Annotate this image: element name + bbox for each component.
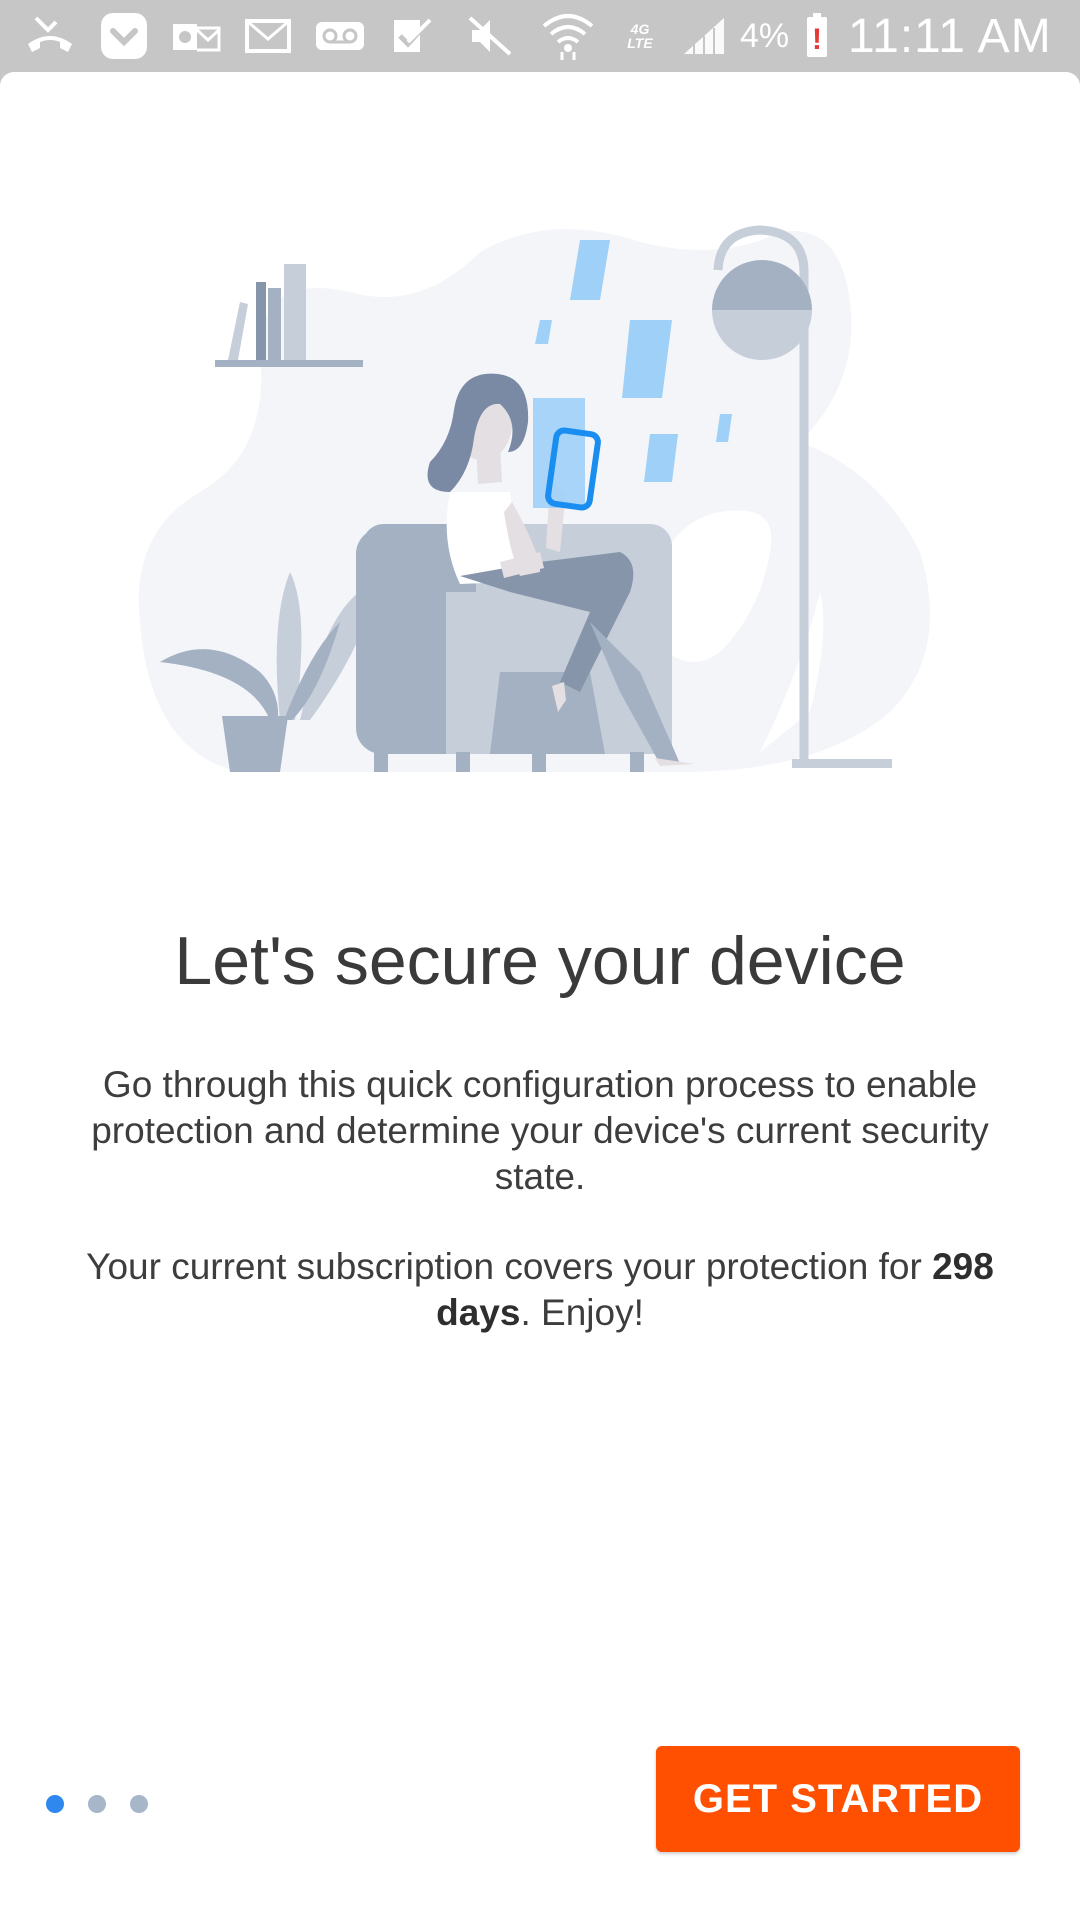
pocket-icon — [94, 0, 154, 72]
page-dot-2[interactable] — [88, 1795, 106, 1813]
onboarding-title: Let's secure your device — [174, 923, 906, 999]
subscription-prefix: Your current subscription covers your pr… — [86, 1246, 933, 1287]
status-bar: 4G LTE 4% ! 11:11 AM — [0, 0, 1080, 72]
battery-percent: 4% — [740, 16, 790, 55]
onboarding-card: Let's secure your device Go through this… — [0, 72, 1080, 1920]
4g-lte-icon: 4G LTE — [610, 0, 670, 72]
wifi-icon — [538, 0, 598, 72]
onboarding-description: Go through this quick configuration proc… — [91, 1064, 989, 1197]
subscription-suffix: . Enjoy! — [520, 1292, 644, 1333]
network-label: 4G LTE — [627, 21, 653, 51]
subscription-info: Your current subscription covers your pr… — [40, 1244, 1040, 1336]
signal-icon — [674, 0, 734, 72]
page-dot-1[interactable] — [46, 1795, 64, 1813]
woman-on-armchair-with-phone-illustration — [138, 225, 930, 773]
get-started-button[interactable]: GET STARTED — [656, 1746, 1020, 1852]
battery-alert: ! — [812, 23, 822, 56]
voicemail-icon — [310, 0, 370, 72]
page-dot-3[interactable] — [130, 1795, 148, 1813]
email-icon — [238, 0, 298, 72]
battery-low-icon: ! — [800, 0, 834, 72]
clock: 11:11 AM — [848, 9, 1052, 63]
task-check-icon — [382, 0, 442, 72]
outlook-icon — [166, 0, 226, 72]
page-indicator — [46, 1794, 148, 1814]
missed-call-icon — [20, 0, 80, 72]
mute-icon — [460, 0, 520, 72]
